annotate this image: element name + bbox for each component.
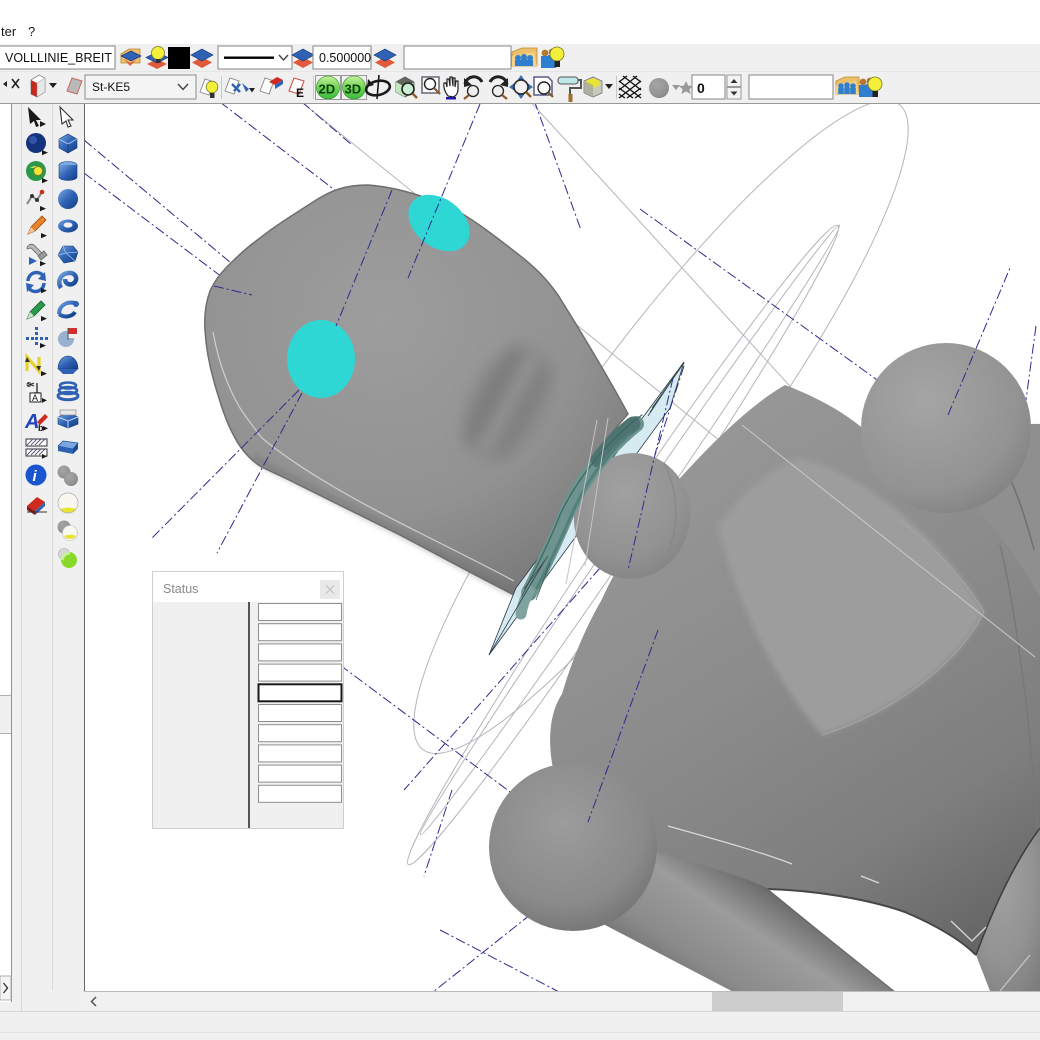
svg-text:0: 0 — [697, 80, 705, 96]
svg-text:St-KE5: St-KE5 — [92, 80, 130, 94]
svg-text:0.500000: 0.500000 — [319, 51, 371, 65]
svg-text:3D: 3D — [345, 82, 362, 97]
svg-text:ter: ter — [1, 24, 17, 39]
svg-text:?: ? — [28, 24, 35, 39]
svg-text:2D: 2D — [319, 82, 336, 97]
svg-text:A: A — [32, 393, 38, 403]
svg-text:VOLLLINIE_BREIT: VOLLLINIE_BREIT — [5, 51, 112, 65]
svg-text:Status: Status — [163, 582, 198, 596]
svg-text:E: E — [296, 86, 304, 100]
